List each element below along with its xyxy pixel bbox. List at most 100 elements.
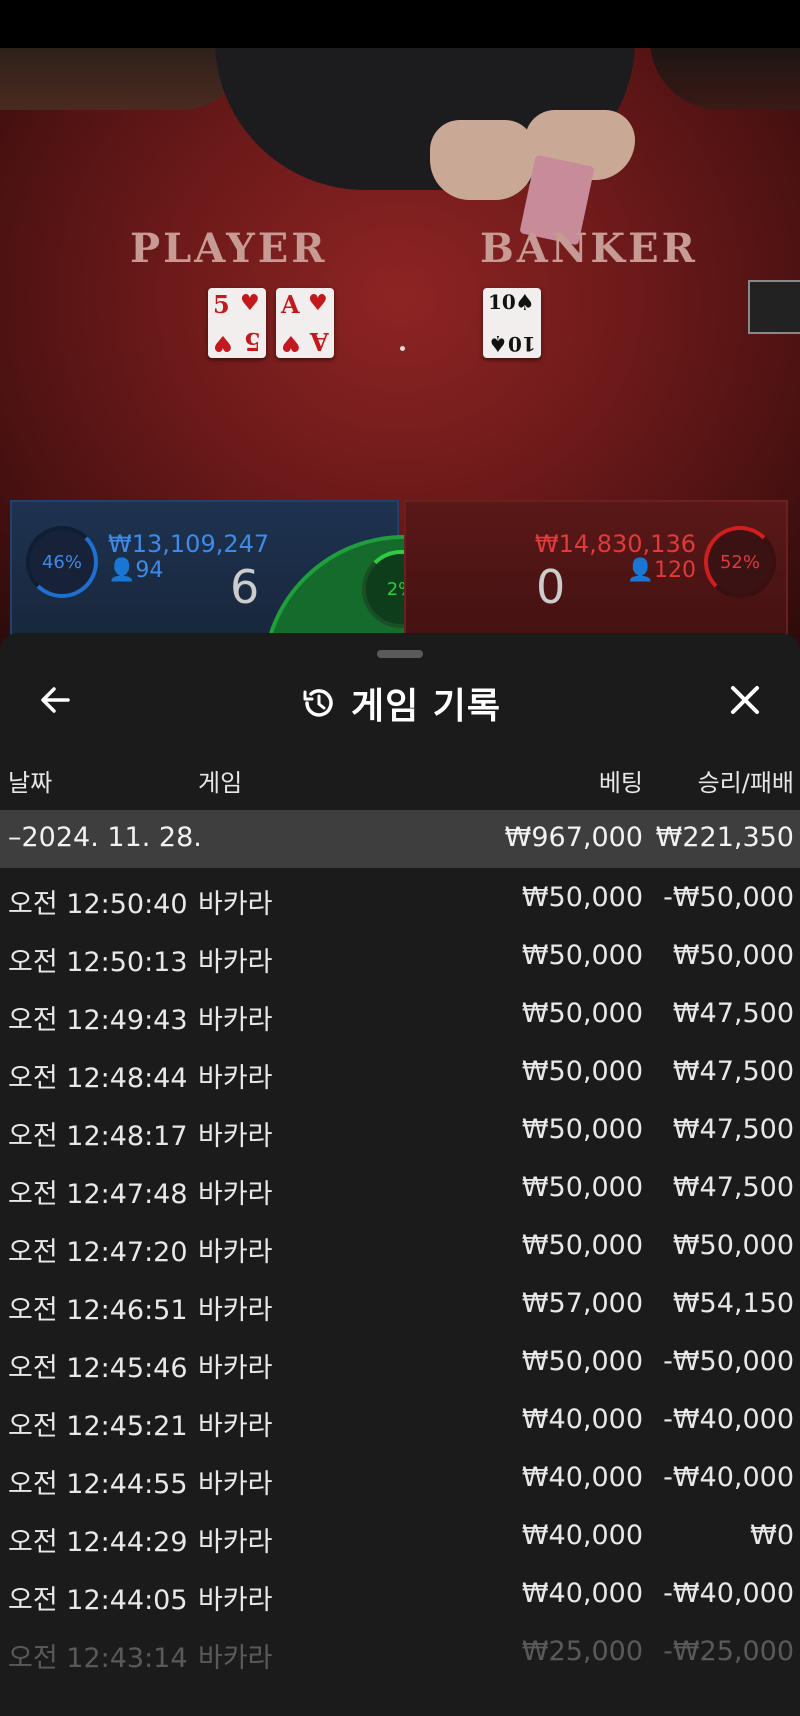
row-result: ₩50,000 [672, 940, 794, 971]
row-bet: ₩50,000 [521, 1056, 643, 1087]
history-row[interactable]: 오전 12:46:51 바카라 ₩57,000 ₩54,150 [0, 1274, 800, 1332]
row-bet: ₩40,000 [521, 1578, 643, 1609]
row-game: 바카라 [198, 1585, 273, 1616]
row-bet: ₩50,000 [521, 1346, 643, 1377]
row-game: 바카라 [198, 1121, 273, 1152]
row-bet: ₩50,000 [521, 940, 643, 971]
row-bet: ₩57,000 [521, 1288, 643, 1319]
row-result: -₩25,000 [663, 1636, 794, 1667]
row-result: ₩50,000 [672, 1230, 794, 1261]
sheet-title: 게임 기록 [350, 686, 501, 727]
banker-card-1: 10 ♠ ♠ 10 [483, 288, 541, 358]
column-header-bet: 베팅 [598, 769, 643, 797]
history-row[interactable]: 오전 12:43:14 바카라 ₩25,000 -₩25,000 [0, 1622, 800, 1680]
history-row[interactable]: 오전 12:45:46 바카라 ₩50,000 -₩50,000 [0, 1332, 800, 1390]
row-time: 오전 12:44:29 [8, 1527, 188, 1558]
history-row[interactable]: 오전 12:47:20 바카라 ₩50,000 ₩50,000 [0, 1216, 800, 1274]
row-game: 바카라 [198, 1353, 273, 1384]
row-bet: ₩40,000 [521, 1462, 643, 1493]
close-icon[interactable] [720, 675, 770, 725]
date-group-label: –2024. 11. 28. [8, 822, 202, 853]
row-result: -₩50,000 [663, 882, 794, 913]
date-group-total-bet: ₩967,000 [504, 822, 643, 853]
table-rail [0, 40, 250, 110]
history-list: 오전 12:50:40 바카라 ₩50,000 -₩50,000 오전 12:50:13… [0, 868, 800, 1680]
person-icon: 👤 [108, 558, 136, 583]
row-time: 오전 12:46:51 [8, 1295, 188, 1326]
history-row[interactable]: 오전 12:50:13 바카라 ₩50,000 ₩50,000 [0, 926, 800, 984]
banker-percent-ring: 52% [704, 526, 776, 598]
banker-bettor-count: 👤120 [626, 558, 696, 583]
player-card-2: A ♥ ♥ A [276, 288, 334, 358]
row-game: 바카라 [198, 1295, 273, 1326]
banker-score: 0 [536, 560, 566, 614]
card-shoe [748, 280, 800, 334]
row-game: 바카라 [198, 1237, 273, 1268]
history-row[interactable]: 오전 12:50:40 바카라 ₩50,000 -₩50,000 [0, 868, 800, 926]
row-result: ₩47,500 [672, 998, 794, 1029]
history-row[interactable]: 오전 12:49:43 바카라 ₩50,000 ₩47,500 [0, 984, 800, 1042]
row-result: -₩40,000 [663, 1462, 794, 1493]
history-row[interactable]: 오전 12:48:17 바카라 ₩50,000 ₩47,500 [0, 1100, 800, 1158]
row-time: 오전 12:47:48 [8, 1179, 188, 1210]
row-bet: ₩50,000 [521, 882, 643, 913]
row-bet: ₩40,000 [521, 1520, 643, 1551]
player-bettor-count: 👤94 [108, 558, 164, 583]
row-result: ₩0 [750, 1520, 794, 1551]
row-result: -₩50,000 [663, 1346, 794, 1377]
column-header-date: 날짜 [8, 769, 53, 797]
history-icon [303, 689, 333, 717]
row-game: 바카라 [198, 1411, 273, 1442]
row-bet: ₩25,000 [521, 1636, 643, 1667]
row-game: 바카라 [198, 889, 273, 920]
row-game: 바카라 [198, 1527, 273, 1558]
row-bet: ₩50,000 [521, 1172, 643, 1203]
history-row[interactable]: 오전 12:44:29 바카라 ₩40,000 ₩0 [0, 1506, 800, 1564]
row-time: 오전 12:49:43 [8, 1005, 188, 1036]
row-game: 바카라 [198, 947, 273, 978]
row-time: 오전 12:48:17 [8, 1121, 188, 1152]
column-header-result: 승리/패배 [697, 769, 794, 797]
history-table-header: 날짜 게임 베팅 승리/패배 [0, 763, 800, 809]
player-side-label: PLAYER [130, 225, 328, 272]
history-row[interactable]: 오전 12:47:48 바카라 ₩50,000 ₩47,500 [0, 1158, 800, 1216]
game-history-sheet: 게임 기록 날짜 게임 베팅 승리/패배 –2024. 11. 28. ₩967… [0, 633, 800, 1716]
row-time: 오전 12:45:21 [8, 1411, 188, 1442]
banker-side-label: BANKER [480, 225, 698, 272]
date-group-row[interactable]: –2024. 11. 28. ₩967,000 ₩221,350 [0, 810, 800, 868]
row-result: ₩47,500 [672, 1056, 794, 1087]
row-bet: ₩50,000 [521, 998, 643, 1029]
row-result: ₩54,150 [672, 1288, 794, 1319]
row-game: 바카라 [198, 1063, 273, 1094]
row-time: 오전 12:44:55 [8, 1469, 188, 1500]
status-bar [0, 0, 800, 48]
history-row[interactable]: 오전 12:44:05 바카라 ₩40,000 -₩40,000 [0, 1564, 800, 1622]
live-table-video: PLAYER BANKER 5 ♥ ♥ 5 A ♥ ♥ A 10 ♠ ♠ 10 46% ₩1… [0, 0, 800, 660]
row-result: -₩40,000 [663, 1404, 794, 1435]
sheet-header: 게임 기록 [0, 675, 800, 731]
dealer-hand [430, 120, 535, 200]
row-result: ₩47,500 [672, 1172, 794, 1203]
row-time: 오전 12:50:13 [8, 947, 188, 978]
row-game: 바카라 [198, 1469, 273, 1500]
banker-total-amount: ₩14,830,136 [534, 530, 696, 558]
history-row[interactable]: 오전 12:45:21 바카라 ₩40,000 -₩40,000 [0, 1390, 800, 1448]
row-time: 오전 12:48:44 [8, 1063, 188, 1094]
row-result: ₩47,500 [672, 1114, 794, 1145]
table-marker [400, 346, 405, 351]
row-game: 바카라 [198, 1179, 273, 1210]
history-row[interactable]: 오전 12:44:55 바카라 ₩40,000 -₩40,000 [0, 1448, 800, 1506]
row-bet: ₩50,000 [521, 1114, 643, 1145]
row-game: 바카라 [198, 1005, 273, 1036]
row-time: 오전 12:45:46 [8, 1353, 188, 1384]
row-bet: ₩40,000 [521, 1404, 643, 1435]
column-header-game: 게임 [198, 769, 243, 797]
row-time: 오전 12:47:20 [8, 1237, 188, 1268]
player-percent-ring: 46% [26, 526, 98, 598]
player-card-1: 5 ♥ ♥ 5 [208, 288, 266, 358]
drag-handle[interactable] [377, 650, 423, 658]
row-time: 오전 12:43:14 [8, 1643, 188, 1674]
row-game: 바카라 [198, 1643, 273, 1674]
history-row[interactable]: 오전 12:48:44 바카라 ₩50,000 ₩47,500 [0, 1042, 800, 1100]
row-bet: ₩50,000 [521, 1230, 643, 1261]
